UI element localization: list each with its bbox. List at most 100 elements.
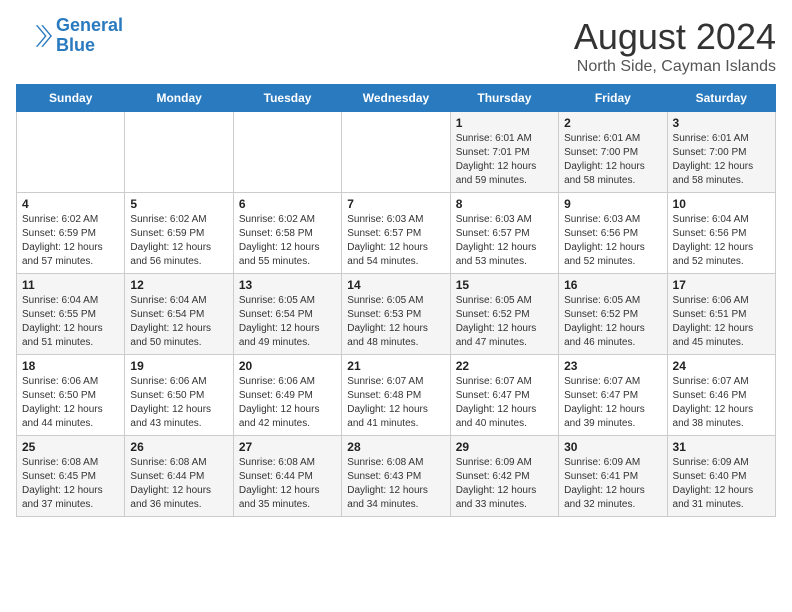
day-cell: 6Sunrise: 6:02 AMSunset: 6:58 PMDaylight… [233, 193, 341, 274]
week-row-4: 18 Sunrise: 6:06 AMSunset: 6:50 PMDayligh… [17, 355, 776, 436]
day-number: 24 [673, 359, 770, 373]
day-number: 3 [673, 116, 770, 130]
day-info: Sunrise: 6:05 AMSunset: 6:52 PMDaylight:… [564, 294, 661, 350]
day-number: 19 [130, 359, 227, 373]
day-number: 6 [239, 197, 336, 211]
day-cell: 18 Sunrise: 6:06 AMSunset: 6:50 PMDayligh… [17, 355, 125, 436]
day-cell: 8 Sunrise: 6:03 AMSunset: 6:57 PMDaylight… [450, 193, 558, 274]
day-info: Sunrise: 6:07 AMSunset: 6:47 PMDaylight:… [564, 375, 661, 431]
day-info: Sunrise: 6:06 AMSunset: 6:51 PMDaylight:… [673, 294, 770, 350]
day-cell: 12Sunrise: 6:04 AMSunset: 6:54 PMDayligh… [125, 274, 233, 355]
day-info: Sunrise: 6:06 AMSunset: 6:50 PMDaylight:… [130, 375, 227, 431]
title-block: August 2024 North Side, Cayman Islands [574, 16, 776, 76]
day-info: Sunrise: 6:08 AMSunset: 6:44 PMDaylight:… [130, 456, 227, 512]
day-number: 26 [130, 440, 227, 454]
day-number: 18 [22, 359, 119, 373]
day-info: Sunrise: 6:03 AMSunset: 6:57 PMDaylight:… [456, 213, 553, 269]
day-number: 10 [673, 197, 770, 211]
day-number: 16 [564, 278, 661, 292]
day-number: 1 [456, 116, 553, 130]
day-info: Sunrise: 6:09 AMSunset: 6:42 PMDaylight:… [456, 456, 553, 512]
day-header-thursday: Thursday [450, 85, 558, 112]
day-info: Sunrise: 6:04 AMSunset: 6:56 PMDaylight:… [673, 213, 770, 269]
day-header-wednesday: Wednesday [342, 85, 450, 112]
day-cell: 5Sunrise: 6:02 AMSunset: 6:59 PMDaylight… [125, 193, 233, 274]
day-cell: 24 Sunrise: 6:07 AMSunset: 6:46 PMDayligh… [667, 355, 775, 436]
calendar-header: SundayMondayTuesdayWednesdayThursdayFrid… [17, 85, 776, 112]
day-cell: 17 Sunrise: 6:06 AMSunset: 6:51 PMDayligh… [667, 274, 775, 355]
week-row-2: 4Sunrise: 6:02 AMSunset: 6:59 PMDaylight… [17, 193, 776, 274]
day-number: 15 [456, 278, 553, 292]
logo-line1: General [56, 15, 123, 35]
day-info: Sunrise: 6:03 AMSunset: 6:57 PMDaylight:… [347, 213, 444, 269]
day-number: 7 [347, 197, 444, 211]
logo: General Blue [16, 16, 123, 56]
day-cell [342, 112, 450, 193]
day-cell: 10 Sunrise: 6:04 AMSunset: 6:56 PMDayligh… [667, 193, 775, 274]
day-info: Sunrise: 6:08 AMSunset: 6:43 PMDaylight:… [347, 456, 444, 512]
day-info: Sunrise: 6:02 AMSunset: 6:59 PMDaylight:… [22, 213, 119, 269]
day-number: 14 [347, 278, 444, 292]
day-info: Sunrise: 6:01 AMSunset: 7:00 PMDaylight:… [673, 132, 770, 188]
day-cell: 25 Sunrise: 6:08 AMSunset: 6:45 PMDayligh… [17, 436, 125, 517]
day-number: 22 [456, 359, 553, 373]
day-number: 31 [673, 440, 770, 454]
day-cell: 26 Sunrise: 6:08 AMSunset: 6:44 PMDayligh… [125, 436, 233, 517]
day-cell: 31 Sunrise: 6:09 AMSunset: 6:40 PMDayligh… [667, 436, 775, 517]
day-cell: 13 Sunrise: 6:05 AMSunset: 6:54 PMDayligh… [233, 274, 341, 355]
day-info: Sunrise: 6:05 AMSunset: 6:54 PMDaylight:… [239, 294, 336, 350]
week-row-1: 1 Sunrise: 6:01 AMSunset: 7:01 PMDaylight… [17, 112, 776, 193]
day-info: Sunrise: 6:05 AMSunset: 6:52 PMDaylight:… [456, 294, 553, 350]
day-info: Sunrise: 6:07 AMSunset: 6:48 PMDaylight:… [347, 375, 444, 431]
day-header-sunday: Sunday [17, 85, 125, 112]
day-info: Sunrise: 6:08 AMSunset: 6:45 PMDaylight:… [22, 456, 119, 512]
day-info: Sunrise: 6:06 AMSunset: 6:50 PMDaylight:… [22, 375, 119, 431]
day-info: Sunrise: 6:02 AMSunset: 6:59 PMDaylight:… [130, 213, 227, 269]
day-cell: 15 Sunrise: 6:05 AMSunset: 6:52 PMDayligh… [450, 274, 558, 355]
day-cell: 1 Sunrise: 6:01 AMSunset: 7:01 PMDaylight… [450, 112, 558, 193]
day-number: 11 [22, 278, 119, 292]
day-info: Sunrise: 6:09 AMSunset: 6:41 PMDaylight:… [564, 456, 661, 512]
day-cell: 3 Sunrise: 6:01 AMSunset: 7:00 PMDaylight… [667, 112, 775, 193]
day-header-saturday: Saturday [667, 85, 775, 112]
day-cell [17, 112, 125, 193]
day-number: 28 [347, 440, 444, 454]
day-cell: 28 Sunrise: 6:08 AMSunset: 6:43 PMDayligh… [342, 436, 450, 517]
day-info: Sunrise: 6:05 AMSunset: 6:53 PMDaylight:… [347, 294, 444, 350]
day-cell: 9 Sunrise: 6:03 AMSunset: 6:56 PMDaylight… [559, 193, 667, 274]
day-info: Sunrise: 6:07 AMSunset: 6:47 PMDaylight:… [456, 375, 553, 431]
day-number: 25 [22, 440, 119, 454]
calendar-body: 1 Sunrise: 6:01 AMSunset: 7:01 PMDaylight… [17, 112, 776, 517]
day-number: 17 [673, 278, 770, 292]
logo-text: General Blue [56, 16, 123, 56]
calendar-table: SundayMondayTuesdayWednesdayThursdayFrid… [16, 84, 776, 517]
day-header-tuesday: Tuesday [233, 85, 341, 112]
day-number: 2 [564, 116, 661, 130]
day-number: 27 [239, 440, 336, 454]
week-row-5: 25 Sunrise: 6:08 AMSunset: 6:45 PMDayligh… [17, 436, 776, 517]
day-cell: 22 Sunrise: 6:07 AMSunset: 6:47 PMDayligh… [450, 355, 558, 436]
day-info: Sunrise: 6:01 AMSunset: 7:00 PMDaylight:… [564, 132, 661, 188]
calendar-subtitle: North Side, Cayman Islands [574, 58, 776, 76]
day-cell: 21 Sunrise: 6:07 AMSunset: 6:48 PMDayligh… [342, 355, 450, 436]
day-cell: 7 Sunrise: 6:03 AMSunset: 6:57 PMDaylight… [342, 193, 450, 274]
day-info: Sunrise: 6:09 AMSunset: 6:40 PMDaylight:… [673, 456, 770, 512]
day-info: Sunrise: 6:01 AMSunset: 7:01 PMDaylight:… [456, 132, 553, 188]
day-cell: 20Sunrise: 6:06 AMSunset: 6:49 PMDayligh… [233, 355, 341, 436]
day-number: 12 [130, 278, 227, 292]
page-header: General Blue August 2024 North Side, Cay… [16, 16, 776, 76]
day-info: Sunrise: 6:04 AMSunset: 6:55 PMDaylight:… [22, 294, 119, 350]
day-number: 9 [564, 197, 661, 211]
day-header-monday: Monday [125, 85, 233, 112]
day-number: 21 [347, 359, 444, 373]
day-info: Sunrise: 6:07 AMSunset: 6:46 PMDaylight:… [673, 375, 770, 431]
day-number: 20 [239, 359, 336, 373]
day-cell [125, 112, 233, 193]
day-cell: 11 Sunrise: 6:04 AMSunset: 6:55 PMDayligh… [17, 274, 125, 355]
day-cell: 16 Sunrise: 6:05 AMSunset: 6:52 PMDayligh… [559, 274, 667, 355]
day-number: 30 [564, 440, 661, 454]
day-number: 8 [456, 197, 553, 211]
logo-line2: Blue [56, 35, 95, 55]
day-info: Sunrise: 6:03 AMSunset: 6:56 PMDaylight:… [564, 213, 661, 269]
day-number: 13 [239, 278, 336, 292]
